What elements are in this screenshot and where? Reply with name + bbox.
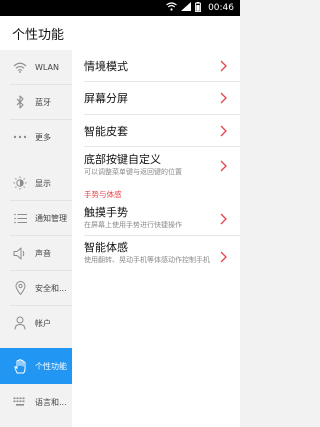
chevron-right-icon: [220, 213, 227, 225]
page-title: 个性功能: [12, 28, 65, 43]
sidebar-item-label: 帐户: [35, 318, 51, 328]
sidebar-item-label: 通知管理: [35, 213, 67, 223]
setting-item-scene-mode[interactable]: 情境模式: [72, 50, 240, 82]
bluetooth-icon: [9, 91, 31, 113]
sidebar-item-notifications[interactable]: 通知管理: [0, 201, 72, 235]
setting-title: 智能皮套: [84, 125, 128, 138]
sidebar-item-label: 更多: [35, 132, 51, 142]
setting-title: 触摸手势: [84, 206, 128, 219]
sidebar-item-personal-features[interactable]: 个性功能: [0, 348, 72, 384]
battery-icon: [195, 1, 202, 15]
sidebar-item-more[interactable]: 更多: [0, 120, 72, 154]
status-time: 00:46: [208, 3, 234, 13]
notification-list-icon: [9, 207, 31, 229]
setting-item-split-screen[interactable]: 屏幕分屏: [72, 82, 240, 114]
sidebar-item-sound[interactable]: 声音: [0, 236, 72, 270]
speaker-icon: [9, 242, 31, 264]
setting-title: 智能体感: [84, 241, 128, 254]
wifi-icon: [166, 2, 177, 14]
chevron-right-icon: [220, 92, 227, 104]
setting-title: 情境模式: [84, 60, 128, 73]
person-icon: [9, 312, 31, 334]
sidebar-item-label: 声音: [35, 248, 51, 258]
sidebar-item-security-location[interactable]: 安全和...: [0, 271, 72, 305]
status-icons: 00:46: [166, 1, 234, 15]
hand-icon: [9, 355, 31, 377]
sidebar-item-wlan[interactable]: WLAN: [0, 50, 72, 84]
keyboard-icon: [9, 391, 31, 413]
section-header-gestures: 手势与体感: [84, 190, 122, 199]
sidebar-item-display[interactable]: 显示: [0, 166, 72, 200]
sidebar-item-label: 蓝牙: [35, 97, 51, 107]
chevron-right-icon: [220, 125, 227, 137]
signal-icon: [181, 2, 192, 14]
sidebar-item-label: 显示: [35, 178, 51, 188]
status-bar: 00:46: [0, 0, 240, 16]
location-pin-icon: [9, 277, 31, 299]
setting-item-smart-motion[interactable]: 智能体感 使用翻转、晃动手机等体感动作控制手机: [72, 236, 240, 278]
sidebar-item-label: 个性功能: [35, 361, 67, 371]
chevron-right-icon: [220, 251, 227, 263]
wifi-icon: [9, 56, 31, 78]
sidebar-item-language-input[interactable]: 语言和...: [0, 385, 72, 419]
sidebar-item-label: 安全和...: [35, 283, 67, 293]
setting-item-smart-cover[interactable]: 智能皮套: [72, 115, 240, 146]
settings-panel: 情境模式 屏幕分屏 智能皮套 底部按键自定义 可以调整菜单键与返回键的位置 手势…: [72, 50, 240, 427]
setting-subtitle: 在屏幕上使用手势进行快捷操作: [84, 221, 182, 229]
more-dots-icon: [9, 126, 31, 148]
setting-item-touch-gestures[interactable]: 触摸手势 在屏幕上使用手势进行快捷操作: [72, 200, 240, 235]
setting-subtitle: 可以调整菜单键与返回键的位置: [84, 168, 182, 176]
sidebar-item-label: WLAN: [35, 62, 60, 72]
setting-title: 屏幕分屏: [84, 92, 128, 105]
setting-item-bottom-keys[interactable]: 底部按键自定义 可以调整菜单键与返回键的位置: [72, 147, 240, 185]
app-bar: 个性功能: [0, 16, 240, 50]
chevron-right-icon: [220, 160, 227, 172]
setting-title: 底部按键自定义: [84, 153, 161, 166]
setting-subtitle: 使用翻转、晃动手机等体感动作控制手机: [84, 256, 210, 264]
brightness-icon: [9, 172, 31, 194]
sidebar-item-accounts[interactable]: 帐户: [0, 306, 72, 340]
sidebar-item-bluetooth[interactable]: 蓝牙: [0, 85, 72, 119]
settings-sidebar: WLAN 蓝牙 更多 显示 通知管理 声音 安全和... 帐户 个性功能 语言和…: [0, 50, 72, 427]
sidebar-item-label: 语言和...: [35, 397, 67, 407]
chevron-right-icon: [220, 60, 227, 72]
